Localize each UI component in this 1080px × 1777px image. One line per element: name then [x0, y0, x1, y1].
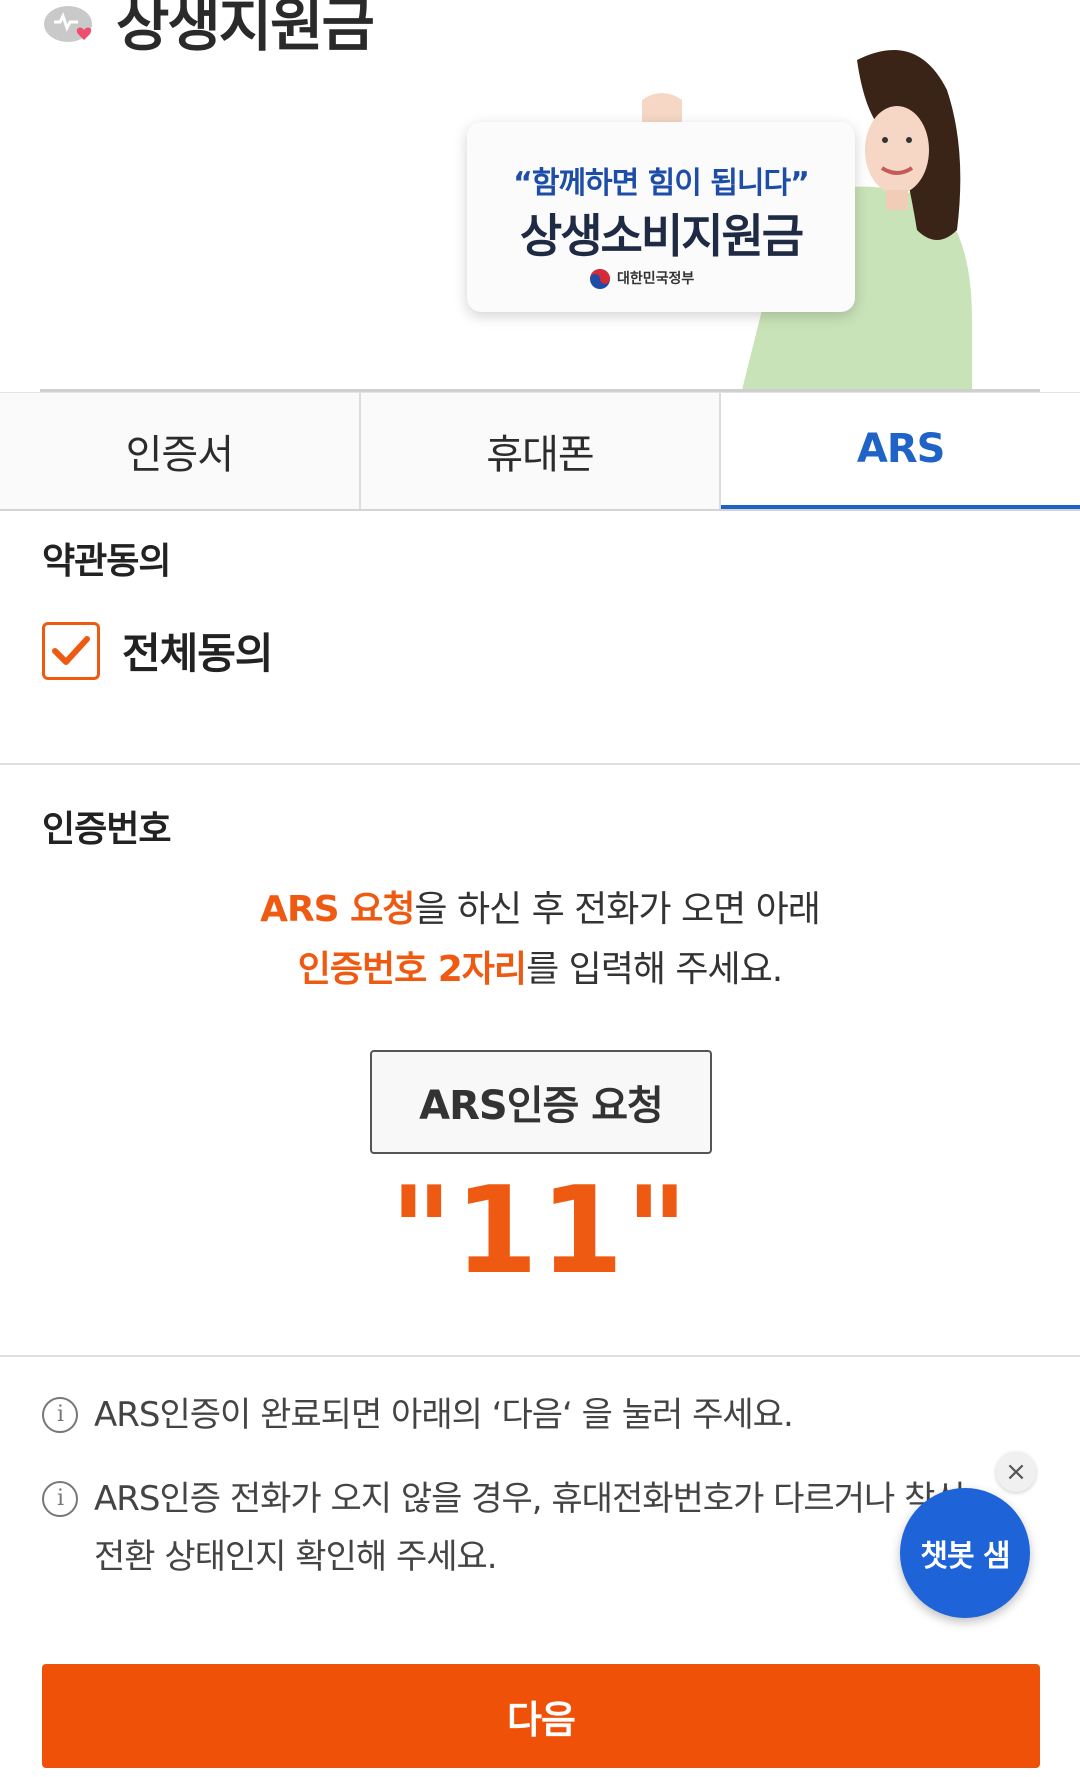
page-title: 상생지원금	[116, 0, 375, 59]
instruction-line-1: ARS 요청을 하신 후 전화가 오면 아래	[0, 880, 1080, 932]
verification-code: "11"	[389, 1162, 691, 1301]
tab-phone[interactable]: 휴대폰	[360, 393, 722, 509]
korea-gov-emblem-icon	[590, 269, 610, 289]
notice-item: i ARS인증이 완료되면 아래의 ‘다음‘ 을 눌러 주세요.	[42, 1386, 1014, 1444]
promo-banner: “함께하면 힘이 됩니다” 상생소비지원금 대한민국정부	[462, 40, 1022, 390]
instruction-text-2: 를 입력해 주세요.	[526, 949, 783, 990]
notice-text: ARS인증이 완료되면 아래의 ‘다음‘ 을 눌러 주세요.	[94, 1395, 794, 1435]
section-divider	[0, 1355, 1080, 1357]
instruction-text-1: 을 하신 후 전화가 오면 아래	[414, 889, 821, 930]
ars-request-button[interactable]: ARS인증 요청	[370, 1050, 712, 1154]
chatbot-button[interactable]: 챗봇 샘	[900, 1488, 1030, 1618]
info-icon: i	[42, 1397, 78, 1433]
agree-all-label: 전체동의	[122, 629, 274, 678]
instruction-line-2: 인증번호 2자리를 입력해 주세요.	[0, 940, 1080, 992]
notice-text: ARS인증 전화가 오지 않을 경우, 휴대전화번호가 다르거나 착신 전환 상…	[94, 1479, 966, 1577]
promo-gov-text: 대한민국정부	[617, 271, 695, 287]
promo-main-text: 상생소비지원금	[519, 209, 804, 263]
header: 상생지원금 “함께하면 힘이 됩니다” 상생소비지원금 대한민국정부	[0, 0, 1080, 392]
info-icon: i	[42, 1481, 78, 1517]
section-divider	[0, 763, 1080, 765]
agree-all-row[interactable]: 전체동의	[42, 620, 274, 681]
instruction-highlight-2: 인증번호 2자리	[297, 949, 527, 990]
promo-card: “함께하면 힘이 됩니다” 상생소비지원금 대한민국정부	[467, 122, 855, 312]
next-button[interactable]: 다음	[42, 1664, 1040, 1768]
tab-certificate[interactable]: 인증서	[0, 393, 361, 509]
chatbot-close-icon[interactable]: ×	[996, 1452, 1036, 1492]
cloud-heart-icon	[44, 6, 92, 42]
promo-quote: “함께하면 힘이 됩니다”	[513, 166, 810, 201]
notice-item: i ARS인증 전화가 오지 않을 경우, 휴대전화번호가 다르거나 착신 전환…	[42, 1470, 974, 1586]
tab-ars[interactable]: ARS	[721, 393, 1080, 509]
instruction-highlight-1: ARS 요청	[260, 889, 415, 930]
checkmark-icon	[52, 635, 90, 665]
verification-section-label: 인증번호	[42, 809, 171, 850]
agree-all-checkbox[interactable]	[42, 621, 100, 680]
auth-method-tabs: 인증서 휴대폰 ARS	[0, 392, 1080, 511]
terms-section-label: 약관동의	[42, 541, 171, 582]
